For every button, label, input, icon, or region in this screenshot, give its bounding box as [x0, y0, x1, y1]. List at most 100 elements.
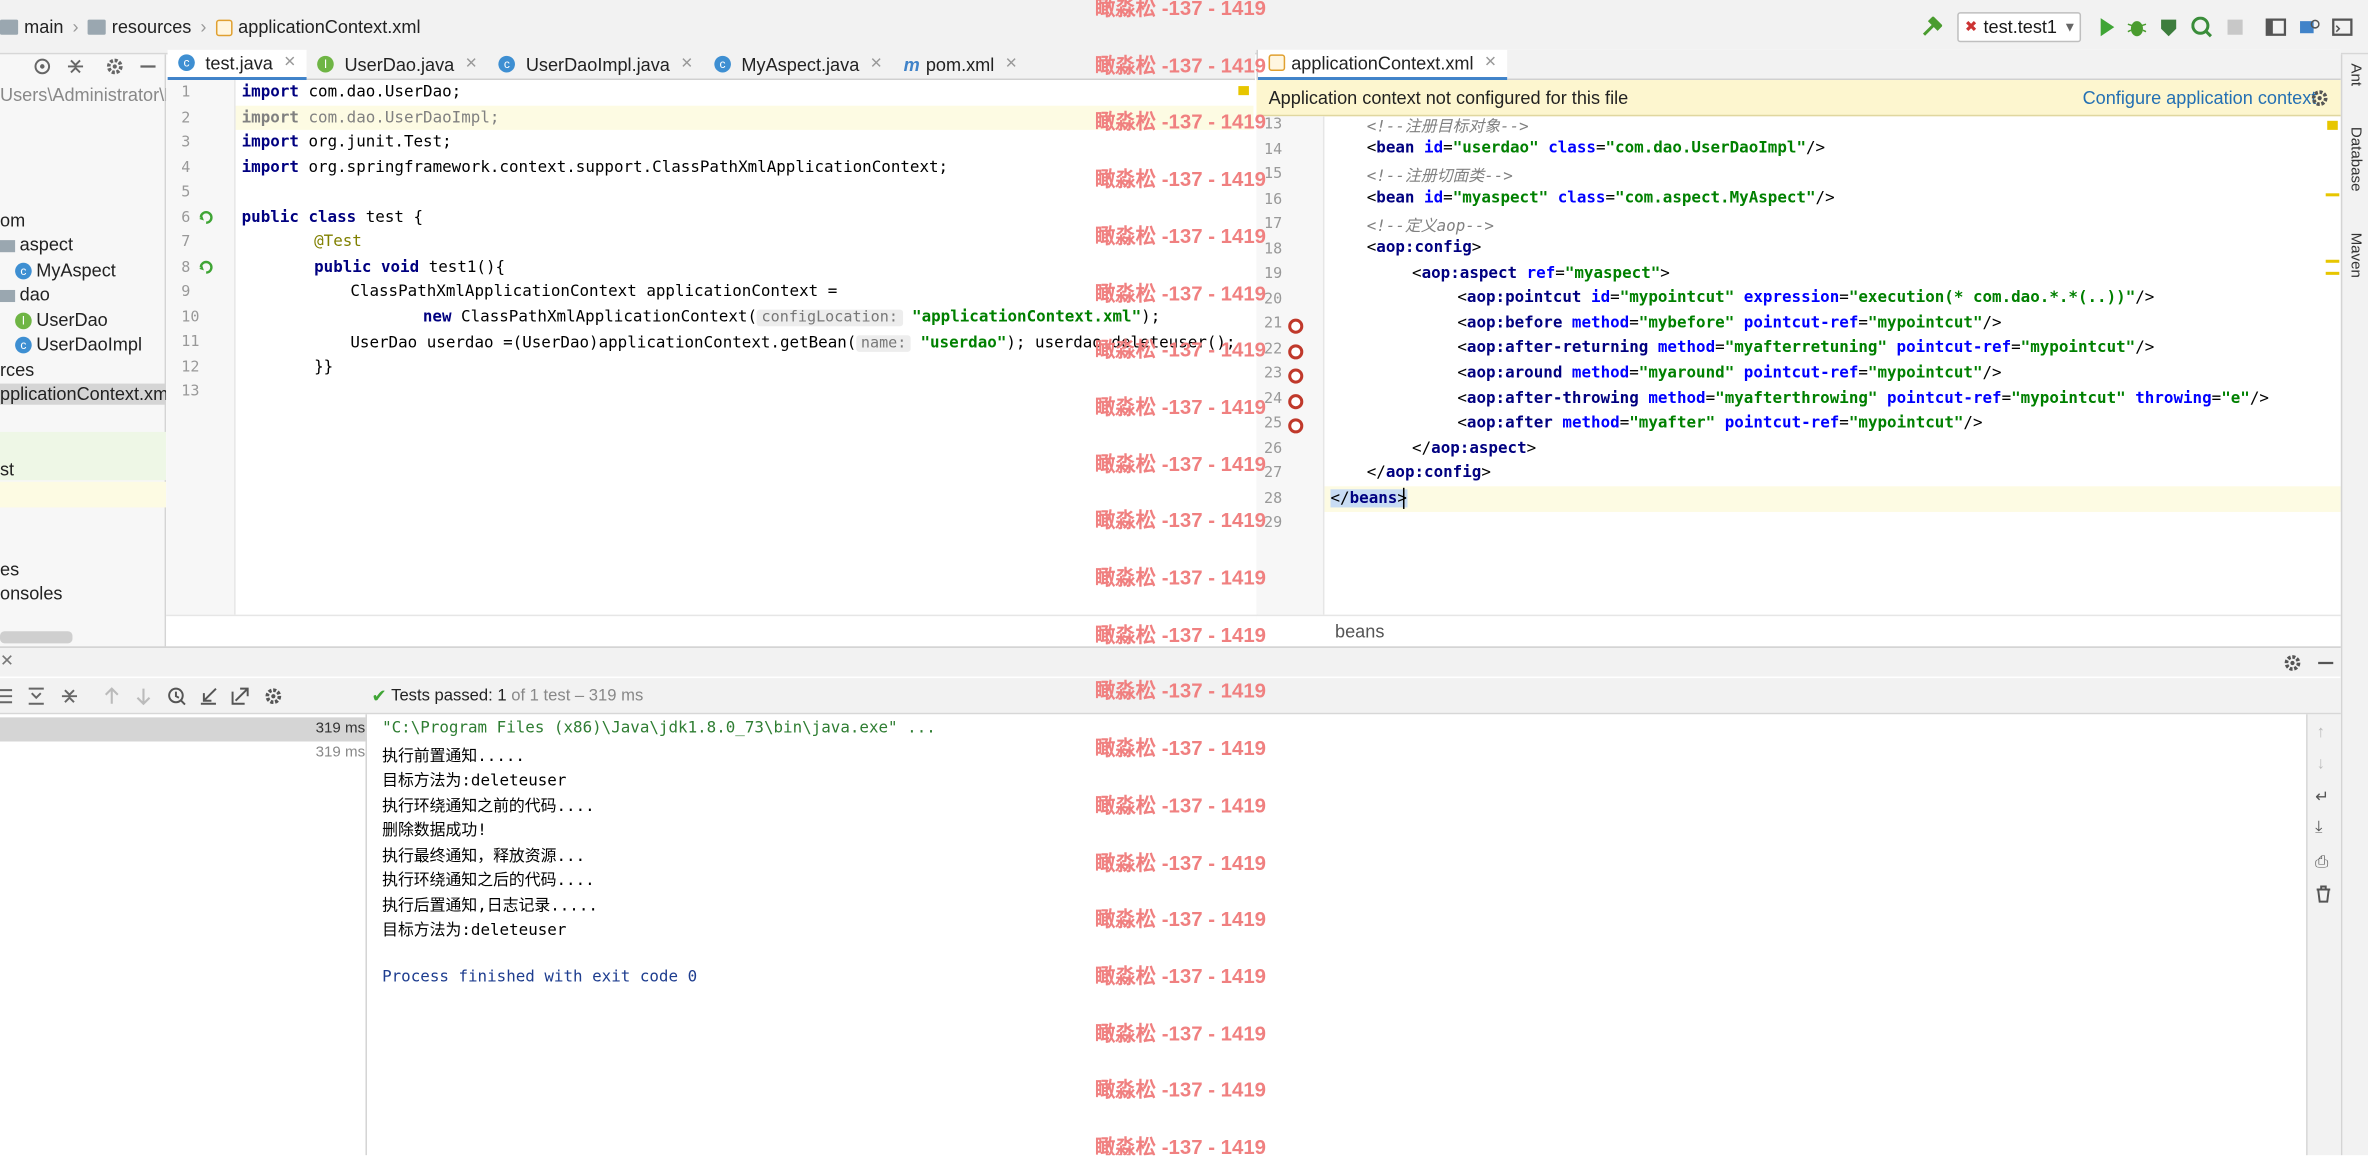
collapse-all-icon[interactable]	[66, 57, 84, 75]
tree-item-resources[interactable]: rces	[0, 359, 34, 380]
tree-item-aspect[interactable]: aspect	[0, 234, 73, 255]
close-icon[interactable]: ✕	[0, 651, 14, 670]
xml-line-24: <aop:after-throwing method="myafterthrow…	[1457, 389, 2269, 408]
code-line-9: ClassPathXmlApplicationContext applicati…	[350, 282, 838, 301]
gear-icon[interactable]	[106, 57, 124, 75]
test-tree-row-selected[interactable]	[0, 717, 366, 742]
console-line: 执行环绕通知之前的代码....	[382, 797, 595, 816]
tree-item-userdaoimpl[interactable]: c UserDaoImpl	[15, 334, 142, 355]
run-test-gutter-icon[interactable]	[198, 260, 215, 277]
gear-icon[interactable]	[264, 687, 282, 705]
build-hammer-icon[interactable]	[1921, 16, 1943, 38]
print-icon[interactable]: ⎙	[2315, 853, 2328, 873]
current-line-highlight	[1324, 486, 2341, 512]
tree-item-label: MyAspect	[36, 259, 116, 281]
profile-icon[interactable]	[2191, 16, 2213, 38]
aop-advice-icon[interactable]	[1288, 393, 1304, 409]
tree-item-myaspect[interactable]: c MyAspect	[15, 260, 116, 281]
tab-myaspect-java[interactable]: c MyAspect.java ✕	[704, 49, 893, 79]
next-failed-icon[interactable]	[134, 687, 152, 706]
aop-advice-icon[interactable]	[1288, 343, 1304, 359]
tab-userdao-java[interactable]: I UserDao.java ✕	[307, 49, 488, 79]
tree-item-test[interactable]: st	[0, 459, 14, 480]
console-line: 执行最终通知，释放资源...	[382, 847, 586, 866]
breadcrumb-resources[interactable]: resources	[112, 17, 192, 38]
sort-icon[interactable]	[0, 687, 15, 705]
tab-userdaoimpl-java[interactable]: c UserDaoImpl.java ✕	[488, 49, 704, 79]
scroll-up-icon[interactable]: ↑	[2317, 723, 2325, 741]
error-stripe-mark[interactable]	[2325, 259, 2340, 263]
java-breadcrumb-bar	[166, 614, 1257, 647]
error-stripe-mark[interactable]	[2325, 193, 2340, 197]
xml-breadcrumb-beans[interactable]: beans	[1335, 621, 1384, 642]
breadcrumb-file[interactable]: applicationContext.xml	[238, 17, 420, 38]
tree-item-userdao[interactable]: I UserDao	[15, 310, 108, 331]
tree-item-dao[interactable]: dao	[0, 284, 50, 305]
locate-file-icon[interactable]	[33, 57, 51, 75]
tree-item-label: UserDao	[36, 309, 108, 331]
test-tree-panel: 319 ms 319 ms	[0, 714, 367, 1156]
line-number: 8	[181, 258, 191, 276]
soft-wrap-icon[interactable]: ↵	[2315, 787, 2329, 806]
watermark-text: 瞰淼松 -137 - 1419	[1094, 395, 1267, 419]
close-icon[interactable]: ✕	[283, 54, 296, 71]
tree-item-com[interactable]: om	[0, 210, 25, 231]
search-everywhere-icon[interactable]	[2299, 17, 2320, 38]
aop-advice-icon[interactable]	[1288, 318, 1304, 334]
collapse-all-icon[interactable]	[60, 687, 78, 705]
close-icon[interactable]: ✕	[465, 56, 478, 73]
gear-icon[interactable]	[2311, 89, 2329, 107]
warning-marker[interactable]	[2327, 120, 2338, 130]
error-stripe-mark[interactable]	[2325, 271, 2340, 275]
scroll-down-icon[interactable]: ↓	[2317, 755, 2325, 773]
previous-failed-icon[interactable]	[103, 687, 121, 705]
xml-attr: ref	[1526, 264, 1556, 283]
run-test-gutter-icon[interactable]	[198, 210, 215, 227]
tree-item-libraries[interactable]: es	[0, 559, 19, 580]
close-icon[interactable]: ✕	[680, 56, 693, 73]
minimize-icon[interactable]	[2317, 654, 2335, 672]
gear-icon[interactable]	[2283, 654, 2301, 672]
horizontal-scrollbar[interactable]	[0, 631, 73, 644]
tool-window-database[interactable]: Database	[2347, 127, 2364, 192]
run-configuration-select[interactable]: ✖ test.test1 ▼	[1957, 12, 2082, 43]
scroll-to-end-icon[interactable]: ⤓	[2315, 819, 2322, 839]
tab-applicationcontext-xml[interactable]: applicationContext.xml ✕	[1257, 49, 1508, 80]
warning-marker[interactable]	[1238, 86, 1249, 96]
close-icon[interactable]: ✕	[870, 56, 883, 73]
breadcrumb-main[interactable]: main	[24, 17, 63, 38]
line-number: 4	[181, 159, 191, 176]
trash-icon[interactable]	[2315, 885, 2332, 903]
stop-icon[interactable]	[2225, 17, 2246, 38]
configure-link[interactable]: Configure application context	[2083, 88, 2317, 109]
line-number: 9	[181, 283, 191, 301]
minimize-icon[interactable]	[139, 57, 157, 75]
keyword: public void	[314, 258, 420, 277]
project-path: Users\Administrator\De	[0, 84, 188, 106]
debug-icon[interactable]	[2126, 17, 2147, 38]
terminal-icon[interactable]	[2332, 17, 2353, 38]
xml-attr: class	[1548, 138, 1596, 158]
tree-item-consoles[interactable]: onsoles	[0, 583, 62, 604]
close-icon[interactable]: ✕	[1484, 54, 1497, 71]
project-structure-icon[interactable]	[2265, 17, 2287, 38]
tab-label: test.java	[205, 52, 273, 74]
close-icon[interactable]: ✕	[1005, 56, 1018, 73]
import-tests-icon[interactable]	[199, 687, 217, 705]
code-text: org.springframework.context.support.Clas…	[298, 158, 949, 177]
tool-window-maven[interactable]: Maven	[2347, 233, 2364, 278]
history-icon[interactable]	[168, 687, 186, 706]
xml-value: "com.aspect.MyAspect"	[1615, 188, 1816, 207]
tree-item-appcontext[interactable]: pplicationContext.xml	[0, 383, 172, 405]
breadcrumb: main › resources › applicationContext.xm…	[0, 17, 420, 38]
tab-test-java[interactable]: c test.java ✕	[167, 49, 307, 80]
expand-all-icon[interactable]	[27, 687, 45, 705]
tool-window-ant[interactable]: Ant	[2347, 63, 2364, 86]
line-number: 5	[181, 184, 191, 201]
export-tests-icon[interactable]	[231, 687, 249, 705]
console-output[interactable]: "C:\Program Files (x86)\Java\jdk1.8.0_73…	[366, 714, 2307, 1156]
xml-value: "com.dao.UserDaoImpl"	[1605, 138, 1807, 158]
tab-pom-xml[interactable]: m pom.xml ✕	[893, 49, 1028, 79]
coverage-icon[interactable]	[2158, 17, 2179, 38]
run-icon[interactable]	[2096, 17, 2117, 38]
